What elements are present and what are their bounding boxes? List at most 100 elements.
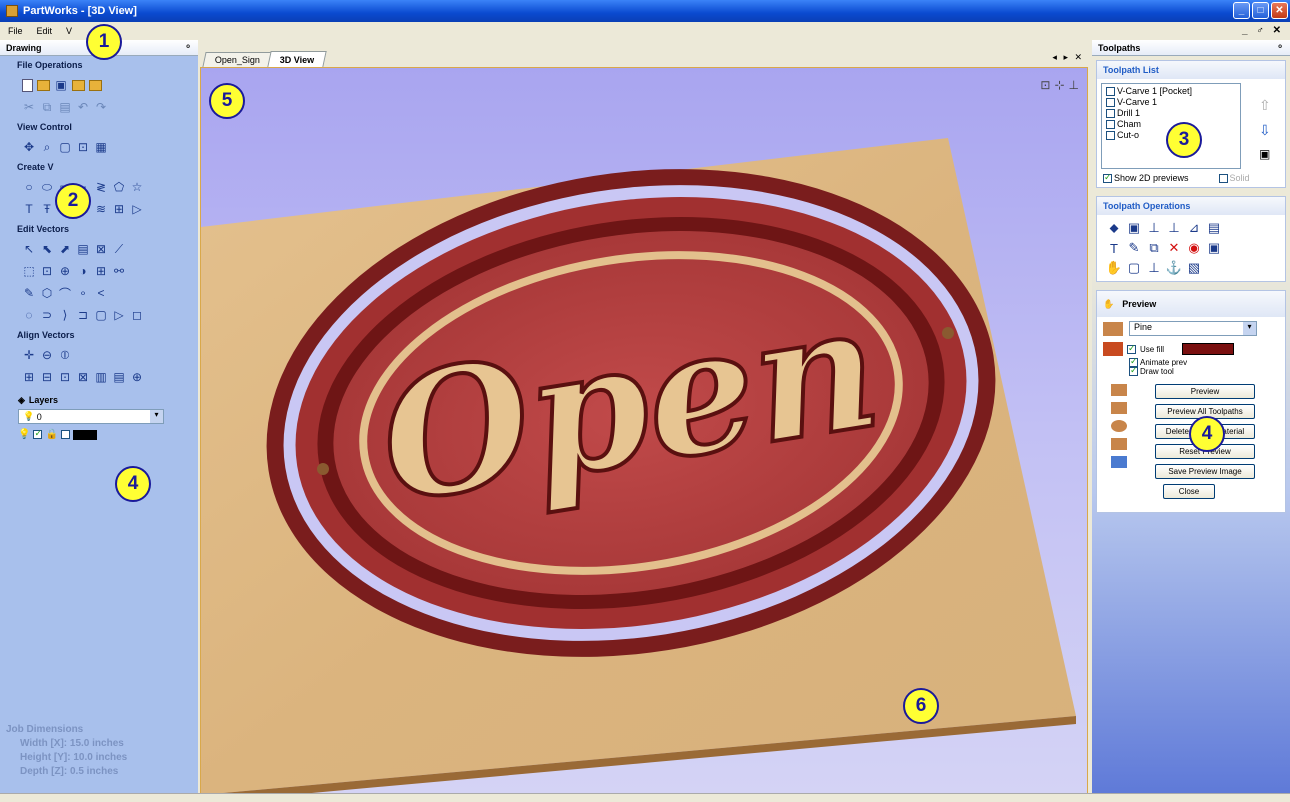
delete-toolpath-icon[interactable]: ✕: [1167, 240, 1181, 255]
axis-xy-icon[interactable]: ⊹: [1054, 78, 1064, 92]
zigzag-icon[interactable]: ≷: [94, 180, 108, 194]
layer-select[interactable]: 💡 0 ▾: [18, 409, 164, 424]
measure-icon[interactable]: ⟋: [112, 242, 126, 256]
transform-icon[interactable]: ⬈: [58, 242, 72, 256]
fluting-icon[interactable]: ⊥: [1147, 260, 1161, 275]
profile-icon[interactable]: ⬥: [1107, 220, 1121, 235]
layer-bulb-icon[interactable]: 💡: [18, 429, 30, 440]
tab-controls[interactable]: ◂ ▸ ✕: [1052, 52, 1084, 63]
chevron-down-icon[interactable]: ▾: [150, 410, 163, 423]
maximize-button[interactable]: □: [1252, 2, 1269, 19]
paste-icon[interactable]: ▤: [58, 100, 72, 114]
list-item[interactable]: V-Carve 1 [Pocket]: [1106, 86, 1236, 97]
array-icon[interactable]: ⊞: [112, 202, 126, 216]
distribute-h-icon[interactable]: ▥: [94, 370, 108, 384]
zoom-extents-icon[interactable]: ⊡: [1040, 78, 1050, 92]
move-down-icon[interactable]: ⇩: [1259, 122, 1271, 139]
boundary-icon[interactable]: ⊐: [76, 308, 90, 322]
fill-color-picker[interactable]: [1182, 343, 1235, 355]
close-preview-button[interactable]: Close: [1163, 484, 1215, 499]
mirror-icon[interactable]: ⬚: [22, 264, 36, 278]
save-preview-image-button[interactable]: Save Preview Image: [1155, 464, 1255, 479]
zoom-page-icon[interactable]: ▦: [94, 140, 108, 154]
align-right-icon[interactable]: ⊟: [40, 370, 54, 384]
move-icon[interactable]: ⊕: [58, 264, 72, 278]
intersect-icon[interactable]: ⟩: [58, 308, 72, 322]
zoom-extents-icon[interactable]: ⊡: [76, 140, 90, 154]
3d-view[interactable]: Open ⊡ ⊹ ⊥: [200, 67, 1088, 794]
ellipse-icon[interactable]: ⬭: [40, 180, 54, 194]
shape-b-icon[interactable]: ▷: [112, 308, 126, 322]
join-icon[interactable]: ⚯: [112, 264, 126, 278]
draw-tool-checkbox[interactable]: [1129, 365, 1138, 376]
shape-a-icon[interactable]: ▢: [94, 308, 108, 322]
show-2d-checkbox[interactable]: [1103, 172, 1112, 183]
tab-open-sign[interactable]: Open_Sign: [202, 52, 273, 67]
trace-bitmap-icon[interactable]: ≋: [94, 202, 108, 216]
draw-icon[interactable]: ▷: [130, 202, 144, 216]
pan-icon[interactable]: ✥: [22, 140, 36, 154]
prism-icon[interactable]: ⊿: [1187, 220, 1201, 235]
align-vertical-icon[interactable]: ⦶: [58, 348, 72, 362]
new-file-icon[interactable]: [22, 78, 33, 92]
align-left-icon[interactable]: ⊞: [22, 370, 36, 384]
use-fill-checkbox[interactable]: [1127, 343, 1136, 354]
menu-file[interactable]: File: [8, 26, 23, 36]
text-on-curve-icon[interactable]: Ŧ: [40, 202, 54, 216]
zoom-box-icon[interactable]: ▢: [58, 140, 72, 154]
list-item[interactable]: V-Carve 1: [1106, 97, 1236, 108]
import-icon[interactable]: [72, 79, 85, 91]
preview-toolpath-button[interactable]: Preview: [1155, 384, 1255, 399]
axis-z-icon[interactable]: ⊥: [1069, 78, 1079, 92]
recalculate-icon[interactable]: ◉: [1187, 240, 1201, 255]
zoom-icon[interactable]: ⌕: [40, 140, 54, 154]
scale-icon[interactable]: ⊡: [40, 264, 54, 278]
layer-visible-checkbox[interactable]: [33, 428, 43, 439]
ungroup-icon[interactable]: ⊠: [94, 242, 108, 256]
align-bottom-icon[interactable]: ⊠: [76, 370, 90, 384]
texture-icon[interactable]: T: [1107, 241, 1121, 256]
text-icon[interactable]: T: [22, 202, 36, 216]
anchor-icon[interactable]: ⚓: [1166, 260, 1182, 275]
open-file-icon[interactable]: [37, 79, 50, 91]
close-button[interactable]: ✕: [1271, 2, 1288, 19]
save-icon[interactable]: ▣: [54, 78, 68, 92]
select-icon[interactable]: ↖: [22, 242, 36, 256]
toolpath-box-icon[interactable]: ▢: [1127, 260, 1141, 275]
drill-icon[interactable]: ⊥: [1147, 220, 1161, 235]
group-icon[interactable]: ▤: [76, 242, 90, 256]
mdi-controls[interactable]: _ ♂ ✕: [1242, 25, 1284, 36]
menu-edit[interactable]: Edit: [37, 26, 53, 36]
fillet-icon[interactable]: ⌒: [58, 286, 72, 301]
quick-engrave-icon[interactable]: ▤: [1207, 220, 1221, 235]
pin-icon[interactable]: ᵒ: [186, 42, 190, 52]
circle-icon[interactable]: ○: [22, 180, 36, 194]
menu-view[interactable]: V: [66, 26, 72, 36]
align-top-icon[interactable]: ⊡: [58, 370, 72, 384]
minimize-button[interactable]: _: [1233, 2, 1250, 19]
save-toolpath-icon[interactable]: ▣: [1207, 240, 1221, 255]
polygon-icon[interactable]: ⬠: [112, 180, 126, 194]
layer-color-swatch[interactable]: [72, 429, 97, 440]
align-horizontal-icon[interactable]: ⊖: [40, 348, 54, 362]
material-select[interactable]: Pine ▾: [1129, 321, 1257, 336]
layer-lock-icon[interactable]: 🔒: [45, 429, 57, 440]
weld-icon[interactable]: ◌: [22, 308, 36, 322]
import-bitmap-icon[interactable]: [89, 79, 102, 91]
layer-checkbox[interactable]: [60, 430, 70, 439]
space-icon[interactable]: ⊕: [130, 370, 144, 384]
tab-3d-view[interactable]: 3D View: [267, 51, 328, 67]
rotate-icon[interactable]: ◑: [76, 264, 90, 278]
list-item[interactable]: Drill 1: [1106, 108, 1236, 119]
copy-toolpath-icon[interactable]: ⧉: [1147, 240, 1161, 255]
redo-icon[interactable]: ↷: [94, 100, 108, 114]
shape-c-icon[interactable]: ◻: [130, 308, 144, 322]
cut-icon[interactable]: ✂: [22, 100, 36, 114]
move-up-icon[interactable]: ⇧: [1259, 97, 1271, 114]
nest-icon[interactable]: ⊞: [94, 264, 108, 278]
preview-icon[interactable]: ✋: [1106, 260, 1122, 275]
copy-icon[interactable]: ⧉: [40, 100, 54, 114]
angle-icon[interactable]: <: [94, 286, 108, 300]
star-icon[interactable]: ☆: [130, 180, 144, 194]
close-vector-icon[interactable]: ∘: [76, 286, 90, 300]
